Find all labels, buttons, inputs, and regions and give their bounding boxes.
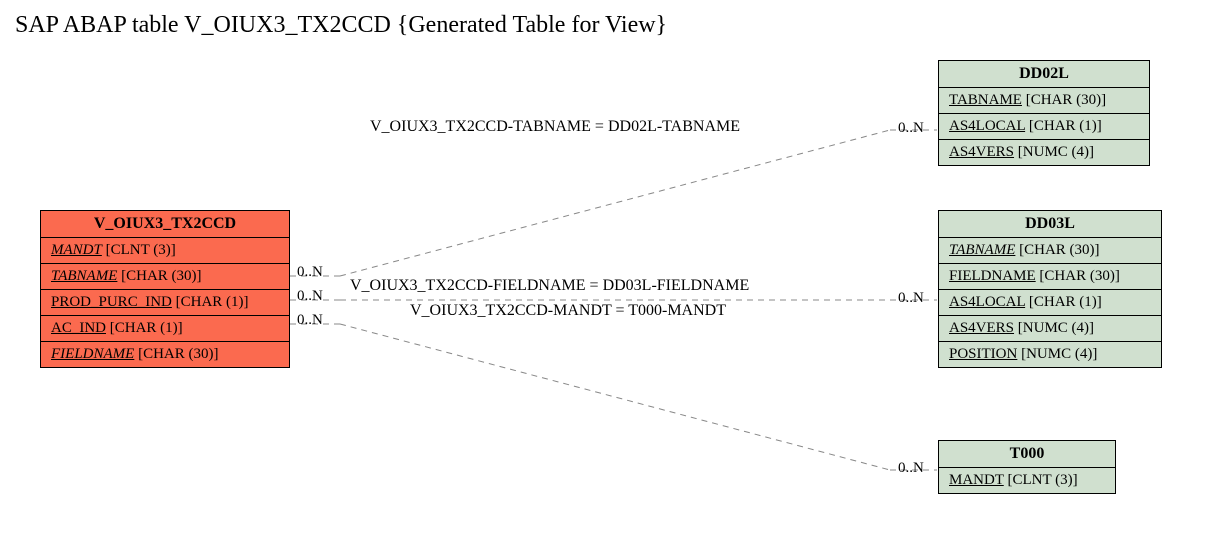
entity-field: POSITION [NUMC (4)] [939, 342, 1161, 367]
entity-dd02l-header: DD02L [939, 61, 1149, 88]
entity-t000: T000 MANDT [CLNT (3)] [938, 440, 1116, 494]
cardinality-right: 0..N [898, 460, 924, 477]
cardinality-right: 0..N [898, 120, 924, 137]
relation-label: V_OIUX3_TX2CCD-TABNAME = DD02L-TABNAME [370, 118, 740, 136]
relation-label: V_OIUX3_TX2CCD-FIELDNAME = DD03L-FIELDNA… [350, 277, 749, 295]
entity-dd02l: DD02L TABNAME [CHAR (30)] AS4LOCAL [CHAR… [938, 60, 1150, 166]
entity-dd03l-header: DD03L [939, 211, 1161, 238]
cardinality-left: 0..N [297, 312, 323, 329]
relation-label: V_OIUX3_TX2CCD-MANDT = T000-MANDT [410, 302, 726, 320]
entity-field: AS4VERS [NUMC (4)] [939, 316, 1161, 342]
cardinality-right: 0..N [898, 290, 924, 307]
page-title: SAP ABAP table V_OIUX3_TX2CCD {Generated… [15, 12, 667, 39]
entity-dd03l: DD03L TABNAME [CHAR (30)] FIELDNAME [CHA… [938, 210, 1162, 368]
entity-t000-header: T000 [939, 441, 1115, 468]
entity-field: PROD_PURC_IND [CHAR (1)] [41, 290, 289, 316]
entity-field: TABNAME [CHAR (30)] [939, 88, 1149, 114]
entity-field: TABNAME [CHAR (30)] [41, 264, 289, 290]
entity-field: AC_IND [CHAR (1)] [41, 316, 289, 342]
entity-field: MANDT [CLNT (3)] [939, 468, 1115, 493]
entity-main: V_OIUX3_TX2CCD MANDT [CLNT (3)] TABNAME … [40, 210, 290, 368]
entity-field: MANDT [CLNT (3)] [41, 238, 289, 264]
cardinality-left: 0..N [297, 264, 323, 281]
entity-field: AS4LOCAL [CHAR (1)] [939, 114, 1149, 140]
entity-field: FIELDNAME [CHAR (30)] [41, 342, 289, 367]
entity-field: AS4VERS [NUMC (4)] [939, 140, 1149, 165]
entity-field: AS4LOCAL [CHAR (1)] [939, 290, 1161, 316]
entity-main-header: V_OIUX3_TX2CCD [41, 211, 289, 238]
entity-field: FIELDNAME [CHAR (30)] [939, 264, 1161, 290]
entity-field: TABNAME [CHAR (30)] [939, 238, 1161, 264]
cardinality-left: 0..N [297, 288, 323, 305]
